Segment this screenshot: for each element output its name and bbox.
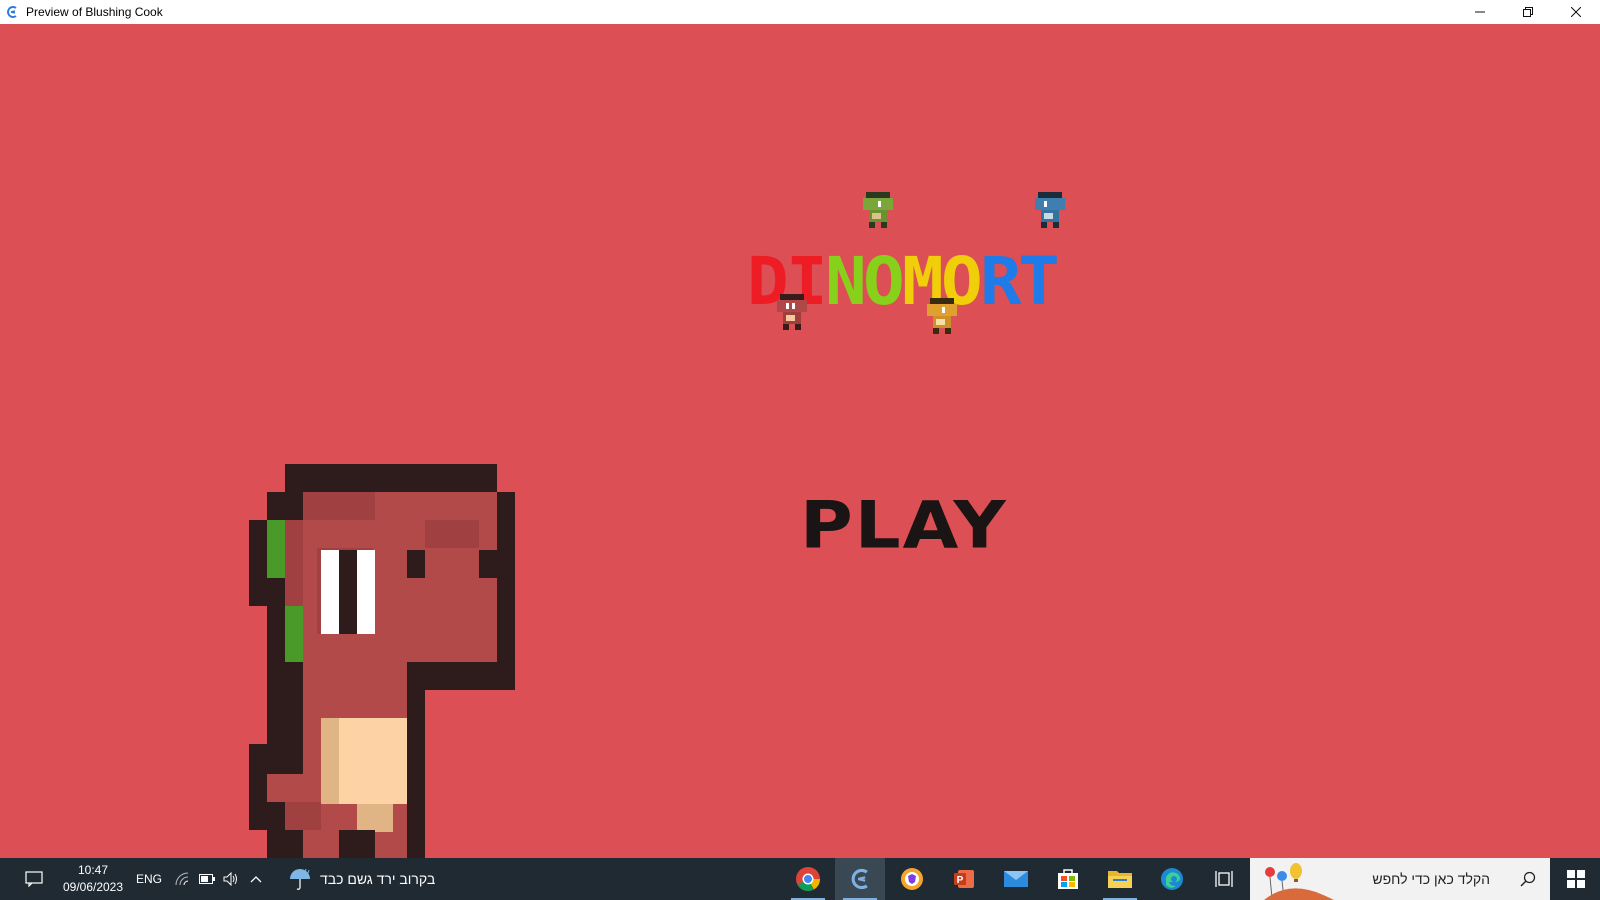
umbrella-rain-icon: [290, 868, 310, 890]
store-icon: [1058, 869, 1078, 889]
start-button[interactable]: [1552, 858, 1600, 900]
logo-letter: T: [1018, 243, 1060, 320]
clock-time: 10:47: [77, 863, 109, 877]
logo-letter: R: [979, 243, 1022, 320]
taskbar-file-explorer[interactable]: [1095, 858, 1145, 900]
svg-text:P: P: [957, 875, 964, 886]
red-dino-sprite-icon: [777, 294, 807, 330]
taskbar-mail[interactable]: [991, 858, 1041, 900]
battery-icon-button[interactable]: [196, 858, 218, 900]
taskbar-brave[interactable]: [887, 858, 937, 900]
search-highlight-balloons-icon: [1264, 863, 1334, 900]
edge-icon: [1161, 868, 1183, 890]
restore-button[interactable]: [1504, 0, 1552, 24]
logo-letter: N: [824, 243, 867, 320]
chevron-up-icon: [250, 876, 262, 883]
search-icon: [1520, 871, 1536, 887]
file-explorer-icon: [1108, 871, 1132, 888]
battery-icon: [199, 874, 215, 884]
windows-logo-icon: [1567, 870, 1585, 888]
weather-widget[interactable]: בקרוב ירד גשם כבד: [288, 858, 468, 900]
task-view-icon: [1215, 871, 1233, 887]
taskbar-edge[interactable]: [1147, 858, 1197, 900]
window-title-bar: Preview of Blushing Cook: [0, 0, 1600, 24]
chrome-icon: [796, 867, 820, 892]
taskbar-powerpoint[interactable]: P: [939, 858, 989, 900]
game-canvas[interactable]: DINOMORT PLAY: [0, 24, 1600, 858]
clock-date: 09/06/2023: [62, 880, 124, 894]
app-logo-icon: [4, 4, 20, 20]
red-dino-character-icon: [249, 464, 515, 858]
green-dino-sprite-icon: [863, 192, 893, 228]
yellow-dino-sprite-icon: [927, 298, 957, 334]
close-icon: [1571, 7, 1581, 17]
taskbar-game-preview[interactable]: [835, 858, 885, 900]
logo-letter: O: [863, 243, 905, 320]
windows-taskbar: 10:47 09/06/2023 ENG בקרוב ירד גשם כבד P: [0, 858, 1600, 900]
volume-icon-button[interactable]: [220, 858, 242, 900]
search-placeholder: הקלד כאן כדי לחפש: [1372, 871, 1490, 887]
network-icon: [175, 872, 189, 886]
language-indicator[interactable]: ENG: [134, 858, 164, 900]
minimize-icon: [1475, 11, 1485, 13]
mail-icon: [1004, 871, 1028, 887]
minimize-button[interactable]: [1456, 0, 1504, 24]
play-button[interactable]: PLAY: [800, 493, 1008, 558]
clock[interactable]: 10:47 09/06/2023: [58, 858, 128, 900]
volume-icon: [223, 872, 237, 886]
taskbar-task-view[interactable]: [1199, 858, 1249, 900]
show-hidden-icons-button[interactable]: [246, 858, 266, 900]
notification-icon: [25, 871, 43, 887]
action-center-button[interactable]: [20, 858, 48, 900]
network-icon-button[interactable]: [172, 858, 194, 900]
window-title: Preview of Blushing Cook: [26, 5, 163, 19]
weather-text: בקרוב ירד גשם כבד: [320, 871, 436, 887]
taskbar-chrome[interactable]: [783, 858, 833, 900]
blue-dino-sprite-icon: [1035, 192, 1065, 228]
taskbar-search-box[interactable]: הקלד כאן כדי לחפש: [1250, 858, 1550, 900]
taskbar-store[interactable]: [1043, 858, 1093, 900]
powerpoint-icon: P: [954, 870, 974, 888]
close-button[interactable]: [1552, 0, 1600, 24]
brave-icon: [901, 868, 923, 890]
restore-icon: [1523, 7, 1533, 17]
game-preview-icon: [851, 868, 868, 890]
